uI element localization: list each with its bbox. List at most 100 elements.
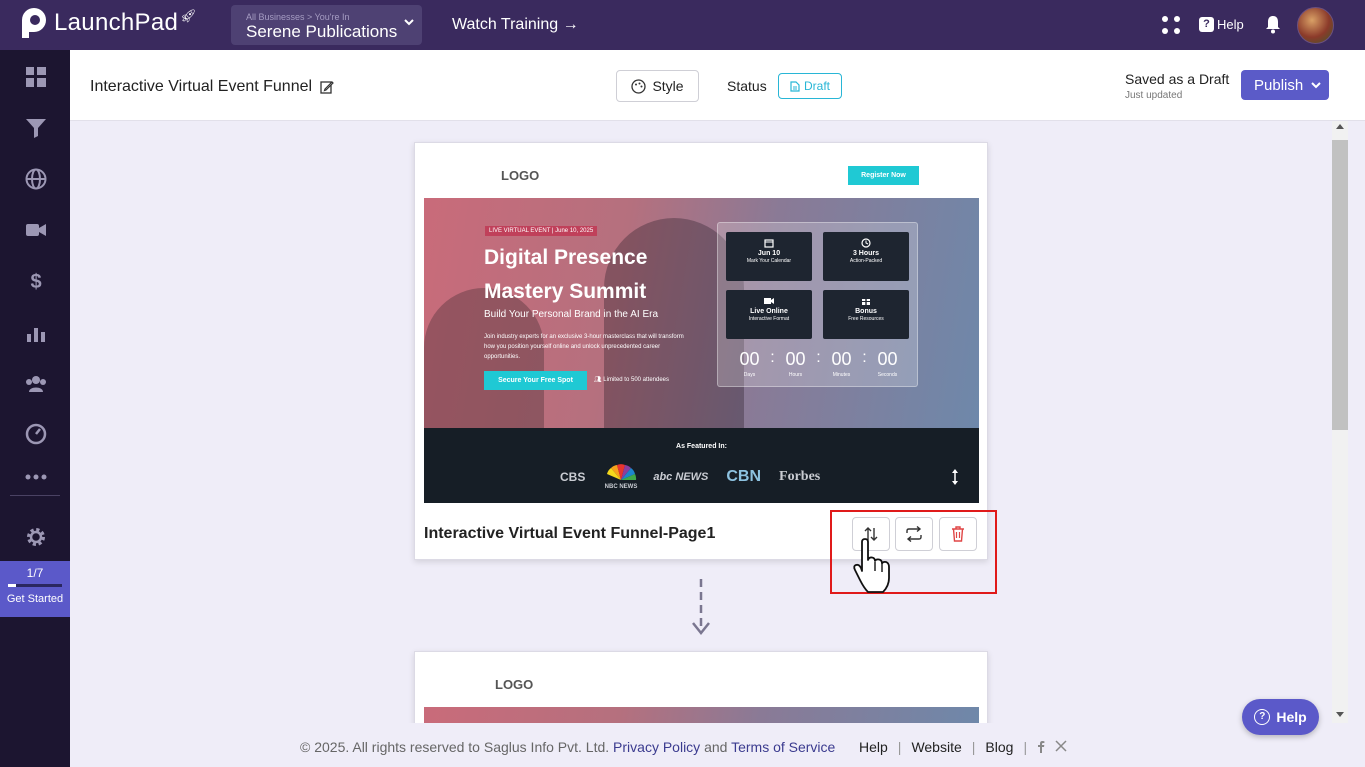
page-name: Interactive Virtual Event Funnel-Page1 [424, 525, 716, 542]
tile-subtitle: Interactive Format [748, 316, 790, 322]
dollar-icon[interactable]: $ [25, 270, 47, 292]
tile-subtitle: Free Resources [848, 316, 884, 322]
top-bar: LaunchPad 🚀︎ All Businesses > You're In … [0, 0, 1365, 50]
funnel-page-card[interactable]: LOGO Register Now LIVE VIRTUAL EVENT | J… [414, 142, 988, 560]
funnel-icon[interactable] [25, 117, 47, 139]
flow-arrow-down-icon [692, 579, 710, 636]
page-preview-hero [424, 707, 979, 723]
footer-help-link[interactable]: Help [859, 739, 888, 755]
status-label: Status [727, 78, 767, 94]
footer-website-link[interactable]: Website [911, 739, 961, 755]
editor-header: Interactive Virtual Event Funnel Style S… [70, 50, 1365, 121]
video-icon[interactable] [25, 219, 47, 241]
calendar-icon [764, 239, 774, 248]
sidebar: $ 1/7 Get Started [0, 50, 70, 767]
app-logo[interactable]: LaunchPad 🚀︎ [22, 8, 197, 38]
info-tile: Jun 10 Mark Your Calendar [726, 232, 812, 281]
status-value: Draft [803, 79, 830, 93]
vertical-resize-icon[interactable] [951, 468, 959, 486]
get-started-count: 1/7 [26, 566, 44, 580]
x-twitter-icon[interactable] [1055, 740, 1067, 752]
gift-icon [862, 299, 870, 305]
analytics-icon[interactable] [25, 322, 47, 344]
publish-button[interactable]: Publish [1241, 70, 1329, 100]
launchpad-logo-icon [22, 8, 48, 38]
separator: | [1023, 739, 1028, 755]
page-preview-hero: LIVE VIRTUAL EVENT | June 10, 2025 Digit… [424, 198, 979, 428]
featured-in-section: As Featured In: CBS NBC NEWS abc NEWS CB… [424, 428, 979, 503]
info-tile: Live Online Interactive Format [726, 290, 812, 339]
countdown-label: Minutes [832, 372, 851, 378]
countdown-label: Days [743, 372, 756, 378]
limited-text: 👥︎ Limited to 500 attendees [594, 376, 669, 383]
countdown-unit: 00 Seconds [869, 349, 907, 378]
event-tag: LIVE VIRTUAL EVENT | June 10, 2025 [485, 226, 598, 236]
countdown-timer: 00 Days : 00 Hours : 00 Minutes : 00 Seconds [718, 349, 919, 378]
hand-pointer-icon [853, 538, 890, 593]
style-label: Style [652, 78, 684, 94]
tile-title: 3 Hours [852, 250, 880, 257]
page-logo: LOGO [501, 168, 540, 183]
clock-icon [861, 238, 871, 248]
countdown-separator: : [862, 349, 867, 366]
apps-grid-icon[interactable] [1162, 16, 1180, 34]
scroll-up-arrow-icon[interactable] [1336, 124, 1344, 129]
palette-icon [631, 78, 647, 94]
facebook-icon[interactable] [1037, 740, 1045, 753]
info-tile: Bonus Free Resources [823, 290, 909, 339]
nbc-peacock-logo: NBC NEWS [605, 464, 638, 490]
gauge-icon[interactable] [25, 423, 47, 445]
users-icon[interactable] [25, 372, 47, 394]
funnel-page-card[interactable]: LOGO [414, 651, 988, 723]
separator: | [971, 739, 976, 755]
get-started-button[interactable]: 1/7 Get Started [0, 561, 70, 617]
privacy-policy-link[interactable]: Privacy Policy [613, 739, 700, 755]
countdown-label: Seconds [877, 372, 898, 378]
tile-title: Bonus [855, 308, 877, 315]
copyright-text: © 2025. All rights reserved to Saglus In… [300, 739, 610, 755]
user-avatar[interactable] [1297, 7, 1334, 44]
floating-help-label: Help [1276, 709, 1307, 725]
hero-description: Join industry experts for an exclusive 3… [484, 334, 684, 360]
tile-subtitle: Action-Packed [849, 258, 883, 264]
svg-text:$: $ [30, 271, 41, 292]
countdown-unit: 00 Days [731, 349, 769, 378]
more-icon[interactable] [25, 466, 47, 488]
status-badge[interactable]: Draft [778, 73, 842, 99]
globe-icon[interactable] [25, 168, 47, 190]
saved-status: Saved as a Draft [1125, 71, 1230, 87]
style-button[interactable]: Style [616, 70, 699, 102]
floating-help-button[interactable]: ? Help [1242, 699, 1319, 735]
countdown-value: 00 [831, 349, 852, 369]
tile-title: Jun 10 [757, 250, 781, 257]
scrollbar-thumb[interactable] [1332, 140, 1348, 430]
hero-title: Digital Presence Mastery Summit [484, 246, 648, 303]
help-label: Help [1217, 17, 1244, 32]
bell-icon[interactable] [1264, 14, 1282, 34]
cbs-logo: CBS [560, 470, 586, 484]
info-tile: 3 Hours Action-Packed [823, 232, 909, 281]
dashboard-icon[interactable] [25, 66, 47, 88]
scroll-down-arrow-icon[interactable] [1336, 712, 1344, 717]
watch-training-link[interactable]: Watch Training → [452, 16, 579, 34]
help-icon: ? [1199, 17, 1214, 32]
limited-label: Limited to 500 attendees [603, 377, 670, 383]
app-name: LaunchPad [54, 9, 179, 36]
page-logo: LOGO [495, 677, 534, 692]
publish-label: Publish [1254, 76, 1304, 94]
countdown-value: 00 [877, 349, 898, 369]
document-icon [790, 80, 800, 92]
tile-subtitle: Mark Your Calendar [746, 258, 792, 264]
business-switcher[interactable]: All Businesses > You're In Serene Public… [231, 5, 422, 45]
countdown-unit: 00 Minutes [823, 349, 861, 378]
footer-blog-link[interactable]: Blog [985, 739, 1013, 755]
chevron-down-icon [404, 19, 414, 26]
event-info-panel: Jun 10 Mark Your Calendar 3 Hours Action… [717, 222, 918, 387]
nbc-news-text: NBC NEWS [605, 484, 638, 490]
settings-icon[interactable] [25, 526, 47, 548]
countdown-label: Hours [788, 372, 803, 378]
help-button[interactable]: ? Help [1199, 17, 1244, 32]
terms-link[interactable]: Terms of Service [731, 739, 835, 755]
brand-logos: CBS NBC NEWS abc NEWS CBN Forbes [560, 464, 838, 490]
edit-icon[interactable] [320, 80, 334, 94]
